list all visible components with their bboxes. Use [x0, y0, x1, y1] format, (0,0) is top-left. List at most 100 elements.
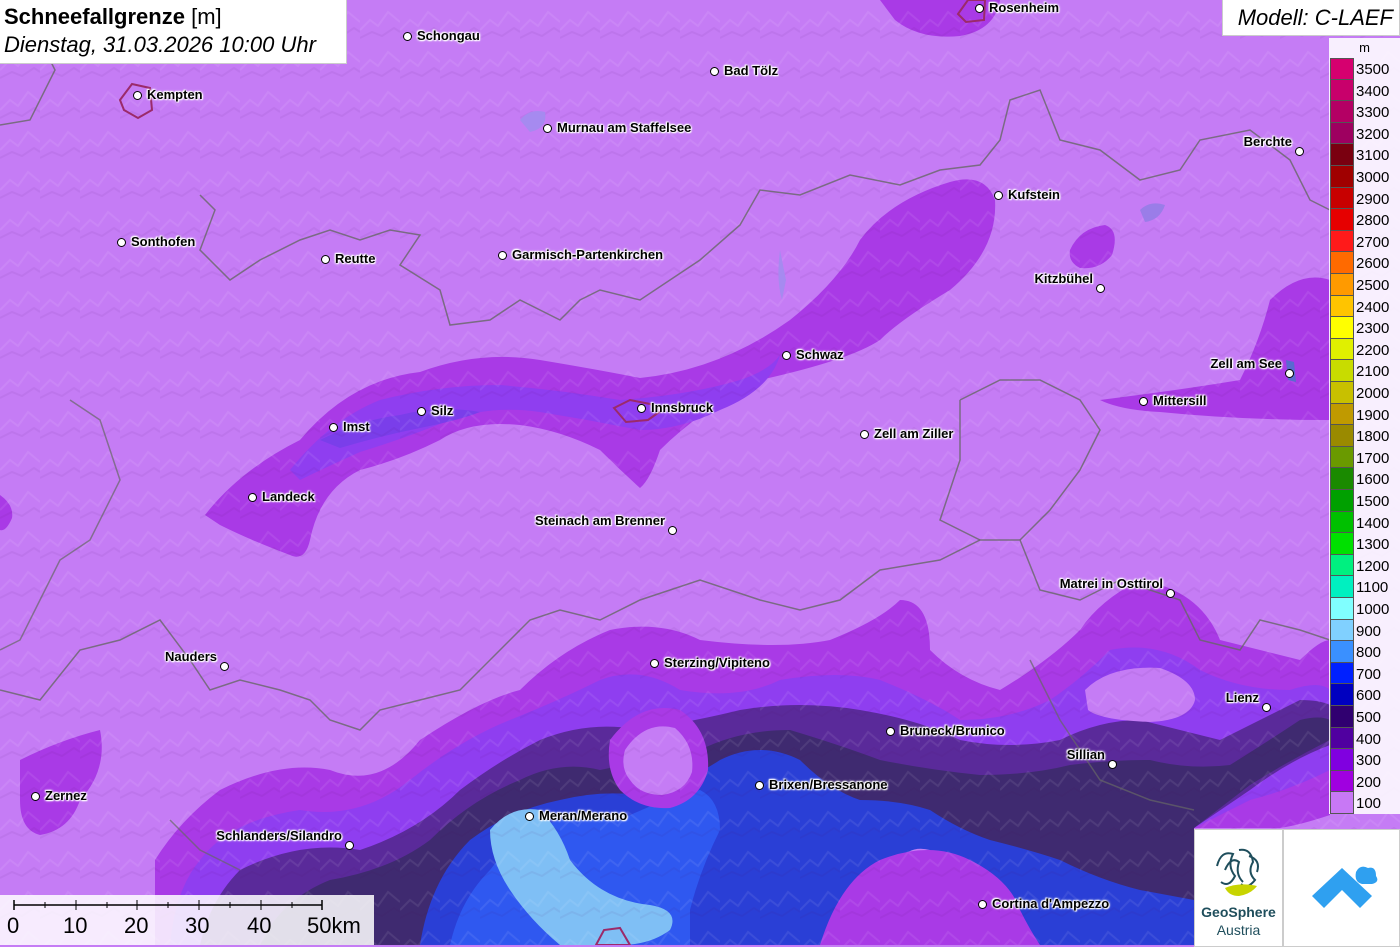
city-marker[interactable] — [978, 900, 987, 909]
legend-swatch — [1330, 338, 1354, 361]
city-label[interactable]: Mittersill — [1153, 393, 1206, 408]
city-marker[interactable] — [1096, 284, 1105, 293]
legend-item: 900 — [1329, 619, 1400, 642]
terrain-relief — [0, 0, 1400, 945]
legend-label: 3300 — [1356, 104, 1390, 122]
city-marker[interactable] — [525, 812, 534, 821]
city-marker[interactable] — [975, 4, 984, 13]
snowfall-line-map[interactable] — [0, 0, 1400, 945]
city-label[interactable]: Reutte — [335, 251, 375, 266]
city-label[interactable]: Silz — [431, 403, 453, 418]
legend-label: 1200 — [1356, 557, 1390, 575]
legend-label: 100 — [1356, 795, 1382, 813]
city-label[interactable]: Garmisch-Partenkirchen — [512, 247, 663, 262]
city-label[interactable]: Cortina d'Ampezzo — [992, 896, 1109, 911]
city-marker[interactable] — [1262, 703, 1271, 712]
city-marker[interactable] — [1295, 147, 1304, 156]
city-label[interactable]: Bruneck/Brunico — [900, 723, 1005, 738]
legend-swatch — [1330, 360, 1354, 382]
legend-item: 2000 — [1329, 382, 1400, 404]
city-marker[interactable] — [1166, 589, 1175, 598]
legend-swatch — [1330, 274, 1354, 296]
city-marker[interactable] — [403, 32, 412, 41]
partner-logo[interactable] — [1283, 829, 1400, 947]
legend-swatch — [1330, 792, 1354, 814]
city-marker[interactable] — [755, 781, 764, 790]
city-label[interactable]: Landeck — [262, 489, 315, 504]
city-label[interactable]: Matrei in Osttirol — [1060, 576, 1163, 591]
legend-item: 3400 — [1329, 79, 1400, 102]
city-marker[interactable] — [498, 251, 507, 260]
city-marker[interactable] — [1139, 397, 1148, 406]
city-marker[interactable] — [668, 526, 677, 535]
city-label[interactable]: Schongau — [417, 28, 480, 43]
legend-label: 1500 — [1356, 493, 1390, 510]
house-cloud-icon — [1312, 866, 1378, 908]
legend-item: 200 — [1329, 770, 1400, 793]
city-marker[interactable] — [329, 423, 338, 432]
city-label[interactable]: Kempten — [147, 87, 203, 102]
city-marker[interactable] — [710, 67, 719, 76]
city-marker[interactable] — [637, 404, 646, 413]
legend-item: 2200 — [1329, 338, 1400, 361]
legend-swatch — [1330, 706, 1354, 728]
city-marker[interactable] — [1285, 369, 1294, 378]
city-label[interactable]: Imst — [343, 419, 370, 434]
geosphere-name: GeoSphere — [1201, 904, 1276, 920]
legend-swatch — [1330, 209, 1354, 231]
city-label[interactable]: Rosenheim — [989, 0, 1059, 15]
city-label[interactable]: Murnau am Staffelsee — [557, 120, 691, 135]
city-label[interactable]: Zell am See — [1210, 356, 1282, 371]
city-marker[interactable] — [650, 659, 659, 668]
city-label[interactable]: Bad Tölz — [724, 63, 778, 78]
legend-swatch — [1330, 684, 1354, 706]
city-label[interactable]: Innsbruck — [651, 400, 713, 415]
city-label[interactable]: Zernez — [45, 788, 87, 803]
city-marker[interactable] — [117, 238, 126, 247]
legend-item: 1500 — [1329, 490, 1400, 512]
city-marker[interactable] — [782, 351, 791, 360]
legend-item: 1000 — [1329, 598, 1400, 620]
city-label[interactable]: Sillian — [1067, 747, 1105, 762]
city-marker[interactable] — [220, 662, 229, 671]
city-label[interactable]: Lienz — [1226, 690, 1259, 705]
legend-item: 1100 — [1329, 576, 1400, 598]
legend-label: 1900 — [1356, 406, 1390, 424]
scale-tick-50km: 50km — [307, 913, 361, 938]
city-label[interactable]: Kufstein — [1008, 187, 1060, 202]
city-label[interactable]: Berchte — [1244, 134, 1292, 149]
legend-item: 3200 — [1329, 122, 1400, 145]
legend-label: 3100 — [1356, 147, 1390, 165]
legend-item: 1200 — [1329, 554, 1400, 577]
city-label[interactable]: Schlanders/Silandro — [216, 828, 342, 843]
legend-swatch — [1330, 295, 1354, 318]
city-marker[interactable] — [321, 255, 330, 264]
city-marker[interactable] — [886, 727, 895, 736]
city-label[interactable]: Nauders — [165, 649, 217, 664]
city-label[interactable]: Steinach am Brenner — [535, 513, 665, 528]
city-marker[interactable] — [345, 841, 354, 850]
city-label[interactable]: Meran/Merano — [539, 808, 627, 823]
city-marker[interactable] — [543, 124, 552, 133]
legend-swatch — [1330, 79, 1354, 102]
city-marker[interactable] — [1108, 760, 1117, 769]
geosphere-logo[interactable]: GeoSphere Austria — [1194, 829, 1283, 947]
city-label[interactable]: Brixen/Bressanone — [769, 777, 888, 792]
city-label[interactable]: Zell am Ziller — [874, 426, 953, 441]
city-marker[interactable] — [417, 407, 426, 416]
legend-item: 3300 — [1329, 101, 1400, 123]
city-label[interactable]: Sonthofen — [131, 234, 195, 249]
city-label[interactable]: Schwaz — [796, 347, 844, 362]
city-marker[interactable] — [860, 430, 869, 439]
legend-swatch — [1330, 598, 1354, 620]
city-label[interactable]: Sterzing/Vipiteno — [664, 655, 770, 670]
city-marker[interactable] — [31, 792, 40, 801]
city-marker[interactable] — [248, 493, 257, 502]
legend-label: 900 — [1356, 622, 1382, 640]
legend-label: 2700 — [1356, 233, 1390, 251]
legend-swatch — [1330, 511, 1354, 534]
city-marker[interactable] — [994, 191, 1003, 200]
city-label[interactable]: Kitzbühel — [1035, 271, 1094, 286]
city-marker[interactable] — [133, 91, 142, 100]
legend-label: 2300 — [1356, 320, 1390, 338]
